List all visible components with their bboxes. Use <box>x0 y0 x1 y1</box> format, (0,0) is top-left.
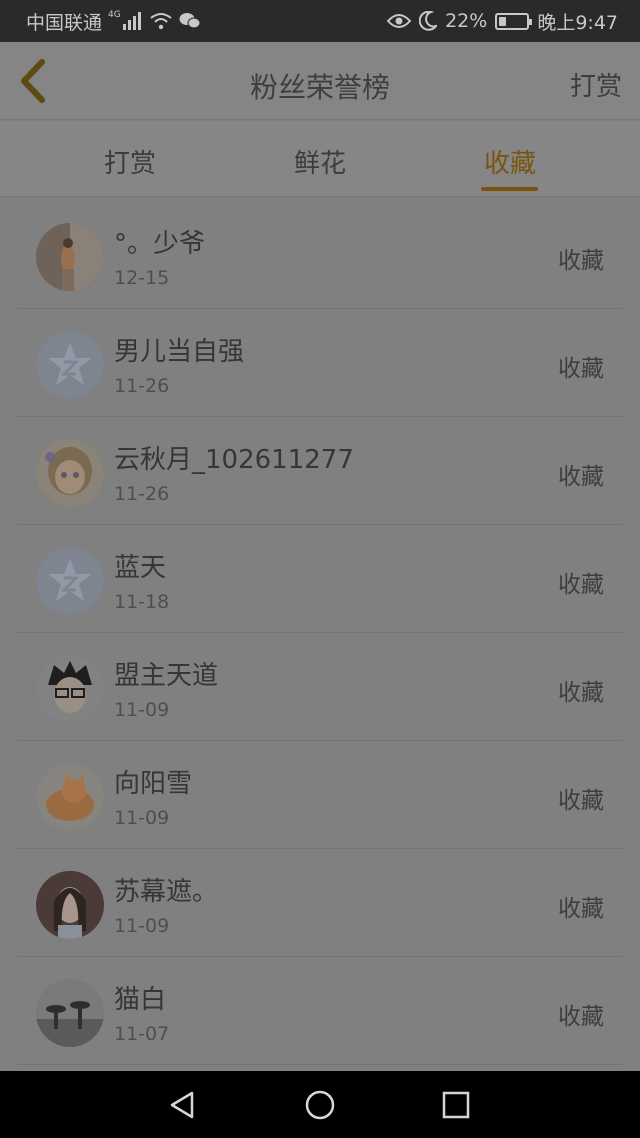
tab-bar: 打赏 鲜花 收藏 <box>0 121 640 197</box>
fan-name: 向阳雪 <box>114 769 193 799</box>
anime-boy-avatar <box>36 655 104 723</box>
cat-avatar <box>36 763 104 831</box>
clock: 晚上9:47 <box>537 11 618 34</box>
fan-name: 男儿当自强 <box>114 337 245 367</box>
fan-name: 云秋月_102611277 <box>114 445 354 475</box>
wifi-icon <box>150 13 172 30</box>
fan-date: 11-09 <box>114 807 170 829</box>
fan-type: 收藏 <box>558 248 604 274</box>
street-photo-avatar <box>36 979 104 1047</box>
system-nav-bar <box>0 1071 640 1138</box>
qq-default-avatar <box>36 547 104 615</box>
tab-favorites[interactable]: 收藏 <box>440 143 580 180</box>
fan-date: 11-07 <box>114 1023 170 1045</box>
fan-type: 收藏 <box>558 356 604 382</box>
home-circle-icon <box>305 1090 335 1120</box>
fan-date: 11-09 <box>114 699 170 721</box>
fan-type: 收藏 <box>558 572 604 598</box>
fan-name: °。少爷 <box>114 229 206 259</box>
list-item[interactable]: °。少爷 12-15 收藏 <box>18 201 622 309</box>
status-bar: 中国联通 4G 22% 晚上9:47 <box>0 0 640 42</box>
fan-type: 收藏 <box>558 680 604 706</box>
fan-list: °。少爷 12-15 收藏 男儿当自强 11-26 收藏 云秋月_1026112… <box>0 199 640 1071</box>
carrier-label: 中国联通 <box>26 11 103 34</box>
back-triangle-icon <box>170 1091 194 1119</box>
fan-type: 收藏 <box>558 1004 604 1030</box>
active-tab-indicator <box>481 187 538 191</box>
fan-date: 11-26 <box>114 375 170 397</box>
page-title: 粉丝荣誉榜 <box>249 71 390 104</box>
nav-back-button[interactable] <box>166 1089 198 1121</box>
list-item[interactable]: 蓝天 11-18 收藏 <box>18 525 622 633</box>
fan-type: 收藏 <box>558 788 604 814</box>
battery-level-fill <box>499 16 506 26</box>
qq-default-avatar <box>36 331 104 399</box>
fan-type: 收藏 <box>558 896 604 922</box>
battery-percent: 22% <box>445 10 488 32</box>
list-item[interactable]: 男儿当自强 11-26 收藏 <box>18 309 622 417</box>
fan-date: 11-26 <box>114 483 170 505</box>
nav-recents-button[interactable] <box>440 1089 472 1121</box>
fan-name: 蓝天 <box>114 553 167 583</box>
girl-photo-avatar <box>36 871 104 939</box>
signal-icon <box>122 12 141 30</box>
wechat-icon <box>179 13 201 29</box>
photo-avatar <box>36 223 104 291</box>
list-item[interactable]: 苏幕遮。 11-09 收藏 <box>18 849 622 957</box>
nav-home-button[interactable] <box>304 1089 336 1121</box>
fan-date: 11-09 <box>114 915 170 937</box>
fan-date: 12-15 <box>114 267 170 289</box>
list-item[interactable]: 云秋月_102611277 11-26 收藏 <box>18 417 622 525</box>
anime-girl-avatar <box>36 439 104 507</box>
fan-name: 盟主天道 <box>114 661 219 691</box>
list-item[interactable]: 盟主天道 11-09 收藏 <box>18 633 622 741</box>
tab-flowers[interactable]: 鲜花 <box>250 143 390 180</box>
fan-type: 收藏 <box>558 464 604 490</box>
reward-button[interactable]: 打赏 <box>570 66 622 103</box>
battery-icon <box>495 12 533 30</box>
fan-name: 苏幕遮。 <box>114 877 219 907</box>
network-type: 4G <box>108 10 121 20</box>
app-header: 粉丝荣誉榜 打赏 <box>0 42 640 120</box>
moon-icon <box>419 11 438 31</box>
fan-name: 猫白 <box>114 985 167 1015</box>
fan-date: 11-18 <box>114 591 170 613</box>
eye-icon <box>387 14 412 28</box>
list-item[interactable]: 猫白 11-07 收藏 <box>18 957 622 1065</box>
tab-reward[interactable]: 打赏 <box>60 143 200 180</box>
recents-square-icon <box>442 1091 470 1119</box>
list-item[interactable]: 向阳雪 11-09 收藏 <box>18 741 622 849</box>
